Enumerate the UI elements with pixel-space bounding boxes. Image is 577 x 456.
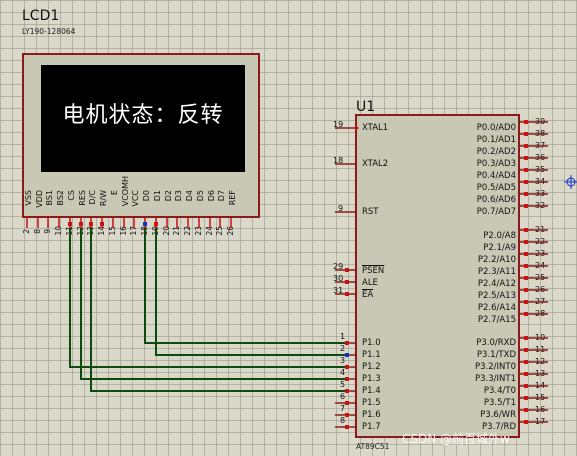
mcu-pin-end — [524, 240, 528, 244]
mcu-pin-end — [524, 336, 528, 340]
lcd-pin-end — [154, 222, 158, 226]
connection-wires — [69, 228, 345, 392]
schematic-canvas[interactable]: LCD1 LY190-128064 电机状态：反转 VSS VDD BS1 BS… — [0, 0, 577, 456]
mcu-pin-end — [524, 276, 528, 280]
mcu-pin-end — [524, 396, 528, 400]
mcu-right-stubs — [520, 121, 548, 423]
mcu-pin-end — [524, 300, 528, 304]
mcu-pin-end — [524, 264, 528, 268]
mcu-pin-end — [345, 413, 349, 417]
wire-d1-p11 — [155, 228, 345, 356]
mcu-pin-end — [524, 120, 528, 124]
mcu-pin-end — [524, 252, 528, 256]
mcu-pin-end — [345, 353, 349, 357]
mcu-pin-end — [524, 372, 528, 376]
mcu-left-pin-ends — [345, 125, 359, 429]
mcu-pin-end — [524, 132, 528, 136]
watermark: CSDN @前百城外w — [402, 432, 510, 446]
wire-cs-p12 — [69, 228, 345, 368]
mcu-pin-end — [524, 348, 528, 352]
mcu-pin-end — [524, 192, 528, 196]
mcu-pin-end — [345, 292, 349, 296]
mcu-pin-end — [345, 389, 349, 393]
mcu-pin-end — [345, 365, 349, 369]
lcd-pin-end — [100, 222, 104, 226]
mcu-pin-end — [524, 312, 528, 316]
mcu-pin-end — [524, 204, 528, 208]
lcd-pin-end — [89, 222, 93, 226]
wire-res-p13 — [80, 228, 345, 380]
mcu-pin-end — [345, 341, 349, 345]
lcd-pin-end — [68, 222, 72, 226]
mcu-pin-end — [345, 377, 349, 381]
mcu-pin-end — [524, 420, 528, 424]
mcu-right-pin-ends — [524, 120, 528, 424]
mcu-pin-end — [345, 425, 349, 429]
mcu-pin-end — [524, 144, 528, 148]
wire-d0-p10 — [144, 228, 345, 344]
mcu-pin-end — [524, 156, 528, 160]
mcu-pin-end — [524, 360, 528, 364]
lcd-pin-stubs-svg — [26, 218, 232, 228]
mcu-pin-end — [524, 288, 528, 292]
mcu-pin-end — [524, 228, 528, 232]
mcu-pin-end — [345, 268, 349, 272]
mcu-pin-end — [524, 408, 528, 412]
xtal-arrow-icon — [355, 125, 359, 131]
lcd-pin-end — [143, 222, 147, 226]
mcu-pin-end — [345, 401, 349, 405]
mcu-pin-end — [524, 180, 528, 184]
mcu-left-stubs — [335, 127, 355, 428]
crosshair-icon — [564, 175, 577, 189]
lcd-pin-end — [79, 222, 83, 226]
mcu-pin-end — [524, 168, 528, 172]
mcu-pin-end — [345, 280, 349, 284]
wires-layer — [26, 120, 577, 429]
mcu-pin-end — [524, 384, 528, 388]
